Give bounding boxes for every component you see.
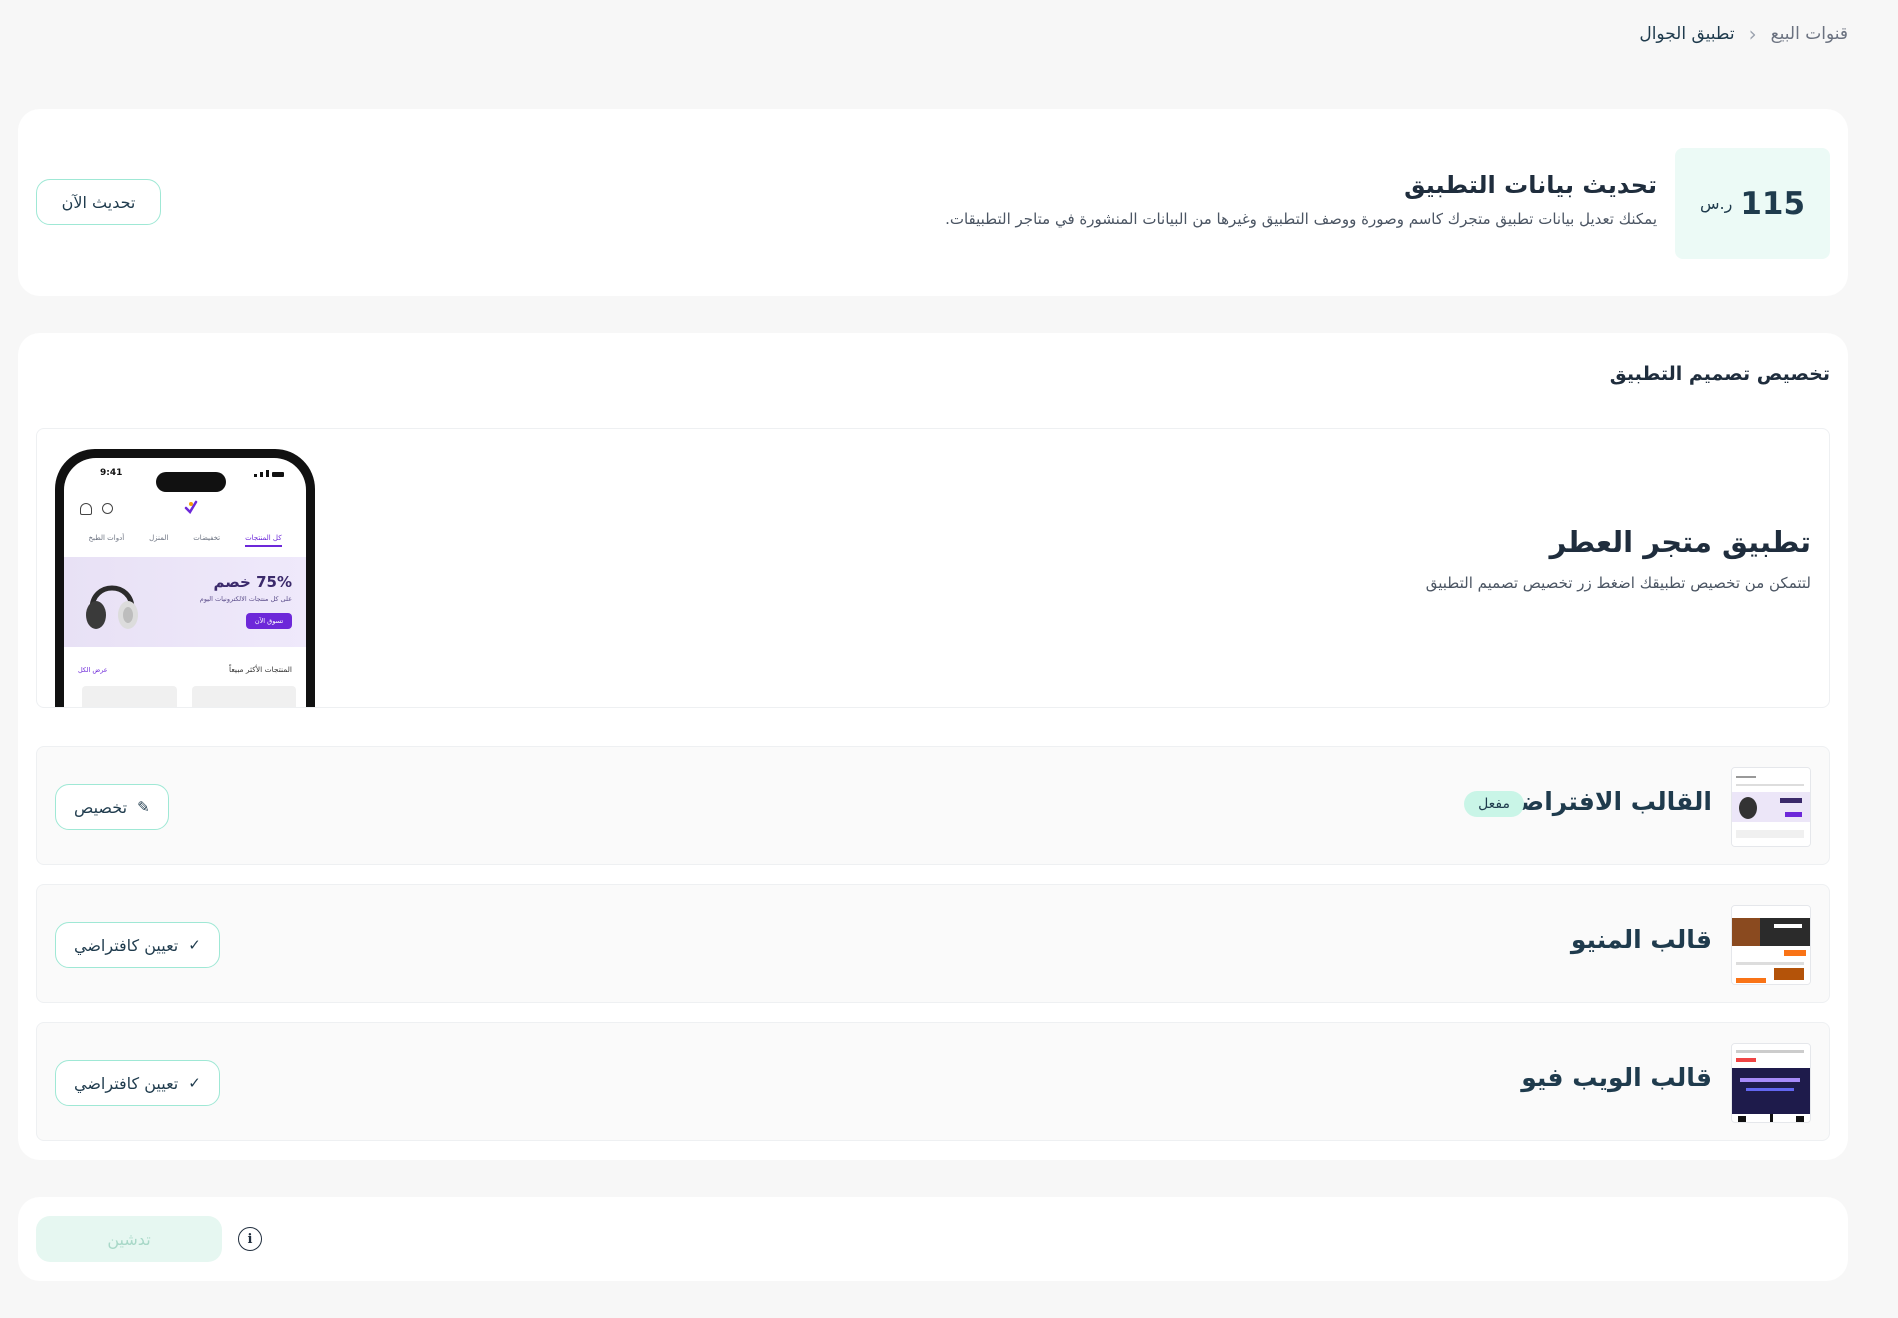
phone-tab: المنزل (149, 534, 169, 542)
phone-header-icons (80, 503, 113, 515)
set-default-button[interactable]: ✓ تعيين كافتراضي (55, 1060, 220, 1106)
phone-tab: كل المنتجات (245, 534, 282, 547)
customize-button-label: تخصيص (74, 797, 128, 817)
phone-promo-subtitle: على كل منتجات الالكترونيات اليوم (199, 595, 292, 603)
template-row-menu: قالب المنيو ✓ تعيين كافتراضي (36, 884, 1830, 1003)
template-name: قالب المنيو (1570, 925, 1712, 954)
phone-mockup: 9:41 كل المنتجات تخفيضات المنزل أدوات ال… (55, 449, 315, 707)
template-thumbnail (1731, 767, 1811, 847)
customize-design-card: تخصيص تصميم التطبيق تطبيق متجر العطر لتت… (18, 333, 1848, 1160)
phone-best-sellers: المنتجات الأكثر مبيعاً (229, 665, 292, 674)
update-title: تحديث بيانات التطبيق (1404, 171, 1657, 199)
price-box: 115 ر.س (1675, 148, 1830, 259)
update-app-data-card: 115 ر.س تحديث بيانات التطبيق يمكنك تعديل… (18, 109, 1848, 296)
template-thumbnail (1731, 905, 1811, 985)
phone-view-all: عرض الكل (78, 666, 108, 674)
template-name: قالب الويب فيو (1521, 1063, 1712, 1092)
set-default-button-label: تعيين كافتراضي (74, 1073, 179, 1093)
breadcrumb-sales-channels[interactable]: قنوات البيع (1771, 24, 1848, 44)
store-preview-panel: تطبيق متجر العطر لتتمكن من تخصيص تطبيقك … (36, 428, 1830, 708)
store-description: لتتمكن من تخصيص تطبيقك اضغط زر تخصيص تصم… (1425, 574, 1811, 592)
set-default-button[interactable]: ✓ تعيين كافتراضي (55, 922, 220, 968)
price-currency: ر.س (1699, 194, 1733, 213)
phone-promo-title: 75% خصم (213, 573, 292, 591)
launch-card: i تدشين (18, 1197, 1848, 1281)
update-description: يمكنك تعديل بيانات تطبيق متجرك كاسم وصور… (945, 210, 1657, 228)
headphones-icon (86, 585, 138, 629)
pencil-icon: ✎ (137, 798, 150, 816)
customize-button[interactable]: ✎ تخصيص (55, 784, 169, 830)
phone-screen: 9:41 كل المنتجات تخفيضات المنزل أدوات ال… (64, 458, 306, 707)
update-now-button[interactable]: تحديث الآن (36, 179, 161, 225)
check-icon: ✓ (188, 1074, 201, 1092)
design-heading: تخصيص تصميم التطبيق (1609, 363, 1830, 385)
phone-time: 9:41 (100, 468, 123, 478)
search-icon (102, 503, 113, 514)
phone-promo-banner: 75% خصم على كل منتجات الالكترونيات اليوم… (64, 557, 306, 647)
launch-button[interactable]: تدشين (36, 1216, 222, 1262)
phone-tab: أدوات الطبخ (88, 534, 125, 542)
phone-shop-now-button: تسوق الآن (246, 613, 292, 629)
chevron-left-icon: ‹ (1748, 22, 1757, 46)
phone-product-card (82, 686, 177, 707)
price-amount: 115 (1740, 185, 1806, 222)
breadcrumb: قنوات البيع ‹ تطبيق الجوال (1639, 24, 1848, 44)
set-default-button-label: تعيين كافتراضي (74, 935, 179, 955)
template-thumbnail (1731, 1043, 1811, 1123)
phone-product-card (192, 686, 296, 707)
dynamic-island (156, 472, 226, 492)
template-row-default: القالب الافتراضي مفعل ✎ تخصيص (36, 746, 1830, 865)
phone-tab: تخفيضات (193, 534, 221, 542)
store-logo-icon (184, 500, 198, 514)
phone-tabs: كل المنتجات تخفيضات المنزل أدوات الطبخ (64, 534, 306, 547)
template-row-webview: قالب الويب فيو ✓ تعيين كافتراضي (36, 1022, 1830, 1141)
bell-icon (80, 503, 92, 515)
info-icon[interactable]: i (238, 1227, 262, 1251)
breadcrumb-mobile-app: تطبيق الجوال (1639, 24, 1735, 44)
active-badge: مفعل (1464, 791, 1524, 817)
check-icon: ✓ (188, 936, 201, 954)
template-name: القالب الافتراضي (1494, 787, 1712, 816)
store-title: تطبيق متجر العطر (1549, 525, 1811, 559)
signal-icon (254, 470, 284, 477)
